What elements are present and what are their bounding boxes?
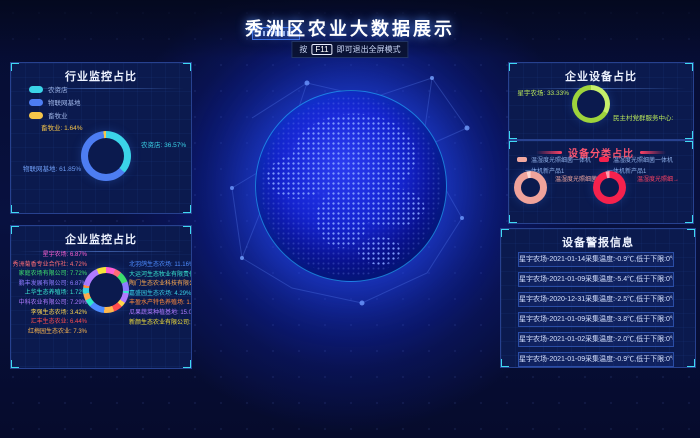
legend-swatch [29, 99, 43, 106]
corner-bracket [183, 205, 192, 214]
share-label: 星宇农场: 6.87% [43, 252, 87, 259]
industry-donut-chart[interactable] [81, 131, 131, 181]
hint-suffix: 即可退出全屏模式 [337, 44, 401, 55]
legend-label: 温湿度光照细菌一体机 [531, 155, 591, 164]
alarm-list: 星宇农场-2021-01-14采集温度:-0.9℃,低于下限:0℃ 星宇农场-2… [518, 252, 674, 368]
panel-title: 企业设备占比 [509, 63, 693, 84]
corner-bracket [10, 225, 19, 234]
callout-agri-store: 农资店: 36.57% [141, 139, 186, 149]
corner-bracket [685, 140, 694, 149]
dashboard-root: 秀洲区农业大数据展示 按 F11 即可退出全屏模式 行业监控占比 农资店 物联网… [0, 0, 700, 438]
share-label: 丰盈水产特色养殖场: 1. [129, 300, 192, 307]
share-label: 陶门生态农业科技有限公 [129, 281, 192, 288]
share-label: 嘉盛园生态农场: 4.29% [129, 291, 192, 298]
panel-title: 企业监控占比 [11, 226, 191, 247]
share-label: 鹏丰发展有限公司: 6.87% [19, 281, 87, 288]
legend-item: 物联网基地 [29, 97, 81, 107]
corner-bracket [685, 131, 694, 140]
callout-service-center: 民主村党群服务中心: [613, 112, 673, 122]
industry-legend: 农资店 物联网基地 畜牧业 [29, 84, 81, 123]
legend-item: 畜牧业 [29, 110, 81, 120]
alarm-row: 星宇农场-2021-01-02采集温度:-2.0℃,低于下限:0℃ [518, 332, 674, 347]
share-label: 李强生态农场: 3.42% [31, 310, 87, 317]
corner-bracket [10, 360, 19, 369]
legend-swatch [517, 157, 527, 162]
title-decoration-left [536, 151, 562, 154]
callout-xingyu-farm: 星宇农场: 33.33% [509, 87, 569, 97]
title-decoration-right [640, 151, 666, 154]
donut-hole [600, 178, 619, 197]
enterprise-labels-right: 北羽鸽生态农场: 11.16% 大运河生态牧业有限责任公 陶门生态农业科技有限公… [129, 262, 192, 329]
corner-bracket [183, 62, 192, 71]
page-title: 秀洲区农业大数据展示 [0, 15, 700, 41]
corner-bracket [500, 228, 509, 237]
legend-item: 温湿度光照细菌一体机 [599, 155, 673, 164]
panel-device-category: 设备分类占比 温湿度光照细菌一体机 一体机新产品1 温湿度光照细菌一→ 温湿度光… [508, 140, 694, 224]
panel-device-alarms: 设备警报信息 星宇农场-2021-01-14采集温度:-0.9℃,低于下限:0℃… [500, 228, 696, 368]
legend-label: 农资店 [48, 84, 68, 94]
hint-prefix: 按 [299, 44, 307, 55]
legend-swatch [29, 112, 43, 119]
corner-bracket [508, 215, 517, 224]
corner-bracket [500, 359, 509, 368]
alarm-row: 星宇农场-2021-01-09采集温度:-3.8℃,低于下限:0℃ [518, 312, 674, 327]
share-label: 家庭农场有限公司: 7.72% [19, 271, 87, 278]
panel-title: 行业监控占比 [11, 63, 191, 84]
callout-iot-base: 物联网基地: 61.85% [23, 163, 81, 173]
donut-hole [89, 273, 123, 307]
share-label: 新颜生态农业有限公司: 6.87% [129, 320, 192, 327]
share-label: 上华生态养殖场: 1.72% [25, 290, 87, 297]
fullscreen-hint: 按 F11 即可退出全屏模式 [291, 41, 408, 58]
corner-bracket [183, 225, 192, 234]
share-label: 秀洲菊香专业合作社: 4.72% [13, 262, 87, 269]
legend-item: 温湿度光照细菌一体机 [517, 155, 591, 164]
donut-hole [577, 90, 605, 118]
alarm-row: 星宇农场-2020-12-31采集温度:-2.5℃,低于下限:0℃ [518, 292, 674, 307]
panel-title: 设备警报信息 [501, 229, 695, 250]
panel-industry-monitor: 行业监控占比 农资店 物联网基地 畜牧业 畜牧业: 1.64% 农资店: 36.… [10, 62, 192, 214]
corner-bracket [687, 359, 696, 368]
category-right-callout: 温湿度光照细→ [637, 174, 679, 183]
share-label: 瓜果蔬菜种植基地: 15.02% [129, 310, 192, 317]
corner-bracket [508, 131, 517, 140]
corner-bracket [183, 360, 192, 369]
legend-item: 农资店 [29, 84, 81, 94]
corner-bracket [508, 140, 517, 149]
corner-bracket [10, 62, 19, 71]
alarm-row: 星宇农场-2021-01-09采集温度:-0.9℃,低于下限:0℃ [518, 352, 674, 367]
globe [255, 90, 447, 282]
donut-hole [88, 138, 124, 174]
globe-continent-dots [261, 96, 441, 276]
legend-label: 温湿度光照细菌一体机 [613, 155, 673, 164]
alarm-row: 星宇农场-2021-01-14采集温度:-0.9℃,低于下限:0℃ [518, 252, 674, 267]
hint-key-f11: F11 [311, 44, 332, 55]
alarm-row: 星宇农场-2021-01-09采集温度:-5.4℃,低于下限:0℃ [518, 272, 674, 287]
share-label: 红梅园生态农业: 7.3% [28, 329, 87, 336]
share-label: 北羽鸽生态农场: 11.16% [129, 262, 192, 269]
device-donut-chart[interactable] [572, 85, 610, 123]
legend-swatch [599, 157, 609, 162]
panel-enterprise-monitor: 企业监控占比 星宇农场: 6.87% 秀洲菊香专业合作社: 4.72% 家庭农场… [10, 225, 192, 369]
legend-label: 物联网基地 [48, 97, 81, 107]
category-left-donut-chart[interactable] [514, 171, 547, 204]
corner-bracket [685, 215, 694, 224]
corner-bracket [508, 62, 517, 71]
legend-label: 畜牧业 [48, 110, 68, 120]
callout-livestock: 畜牧业: 1.64% [41, 122, 83, 132]
corner-bracket [685, 62, 694, 71]
donut-hole [521, 178, 540, 197]
enterprise-donut-chart[interactable] [83, 267, 129, 313]
enterprise-labels-left: 星宇农场: 6.87% 秀洲菊香专业合作社: 4.72% 家庭农场有限公司: 7… [13, 252, 87, 338]
share-label: 汇丰生态农业: 6.44% [31, 319, 87, 326]
share-label: 大运河生态牧业有限责任公 [129, 272, 192, 279]
category-right-donut-chart[interactable] [593, 171, 626, 204]
share-label: 中科农业有限公司: 7.29% [19, 300, 87, 307]
corner-bracket [687, 228, 696, 237]
corner-bracket [10, 205, 19, 214]
legend-swatch [29, 86, 43, 93]
panel-device-ratio: 企业设备占比 星宇农场: 33.33% 民主村党群服务中心: [508, 62, 694, 140]
